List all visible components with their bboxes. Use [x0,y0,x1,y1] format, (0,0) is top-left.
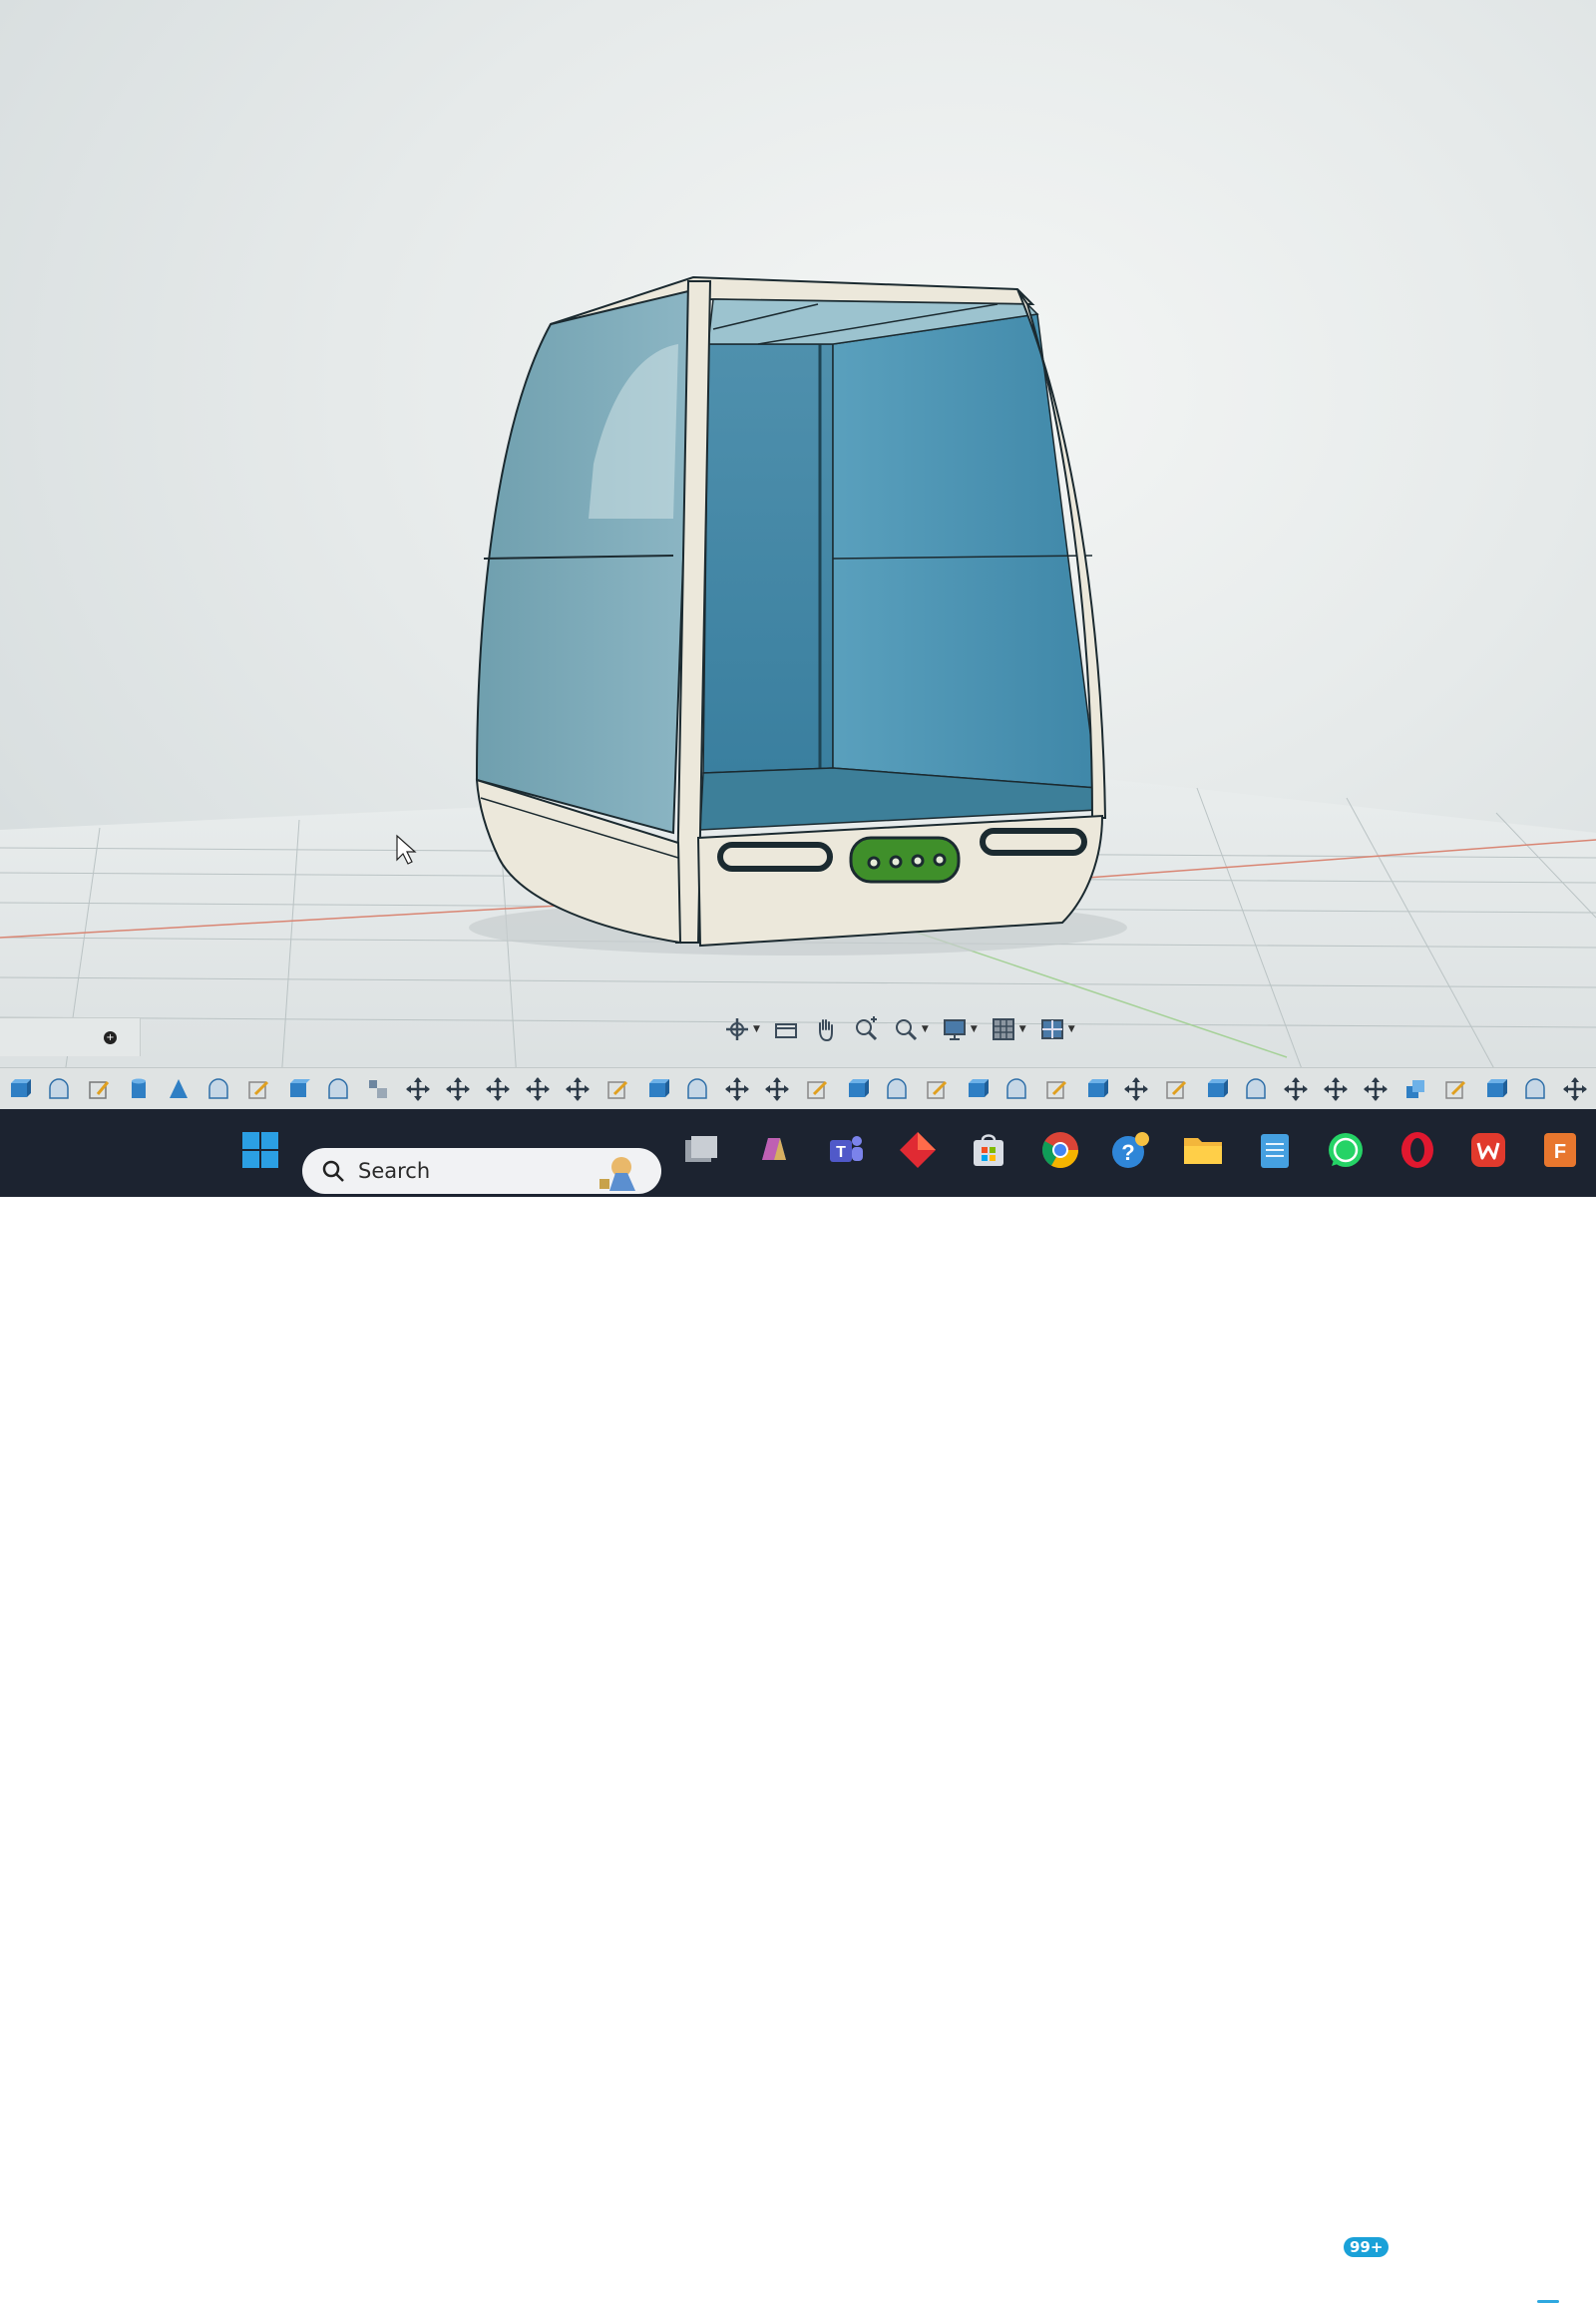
search-label: Search [358,1159,431,1183]
interior-left-wall [702,343,834,774]
wps-office-icon[interactable] [1465,1127,1511,1173]
windows-start-icon[interactable] [237,1127,283,1173]
move-icon[interactable] [764,1076,790,1102]
interior-back-wall [832,313,1098,789]
svg-text:?: ? [1121,1140,1134,1165]
help-icon[interactable]: ? [1108,1127,1154,1173]
right-vent-slot [980,828,1087,856]
diamond-app-icon[interactable] [895,1127,941,1173]
notepad-icon[interactable] [1252,1127,1298,1173]
box-icon[interactable] [844,1076,870,1102]
sketch-edit-icon[interactable] [604,1076,630,1102]
combine-icon[interactable] [1402,1076,1428,1102]
svg-text:T: T [836,1144,846,1161]
sketch-edit-icon[interactable] [924,1076,950,1102]
sketch-edit-icon[interactable] [245,1076,271,1102]
cylinder-icon[interactable] [126,1076,152,1102]
3d-viewport[interactable]: + ▼ ▼ ▼ ▼ ▼ [0,0,1596,1109]
orbit-icon[interactable]: ▼ [720,1013,763,1045]
grid-icon[interactable]: ▼ [987,1013,1029,1045]
move-icon[interactable] [1363,1076,1389,1102]
box-icon[interactable] [644,1076,670,1102]
sketch-edit-icon[interactable] [804,1076,830,1102]
move-icon[interactable] [525,1076,551,1102]
box-icon[interactable] [1083,1076,1109,1102]
search-highlight-icon [599,1157,635,1191]
display-style-icon[interactable]: ▼ [938,1013,981,1045]
extrude-icon[interactable] [285,1076,311,1102]
sphere-icon[interactable] [46,1076,72,1102]
revolve-icon[interactable] [884,1076,910,1102]
task-view-icon[interactable] [678,1127,724,1173]
revolve-icon[interactable] [1243,1076,1269,1102]
zoom-in-icon[interactable] [849,1013,883,1045]
box-icon[interactable] [964,1076,990,1102]
pattern-icon[interactable] [365,1076,391,1102]
copilot-icon[interactable] [751,1127,797,1173]
pan-hand-icon[interactable] [809,1013,843,1045]
teams-icon[interactable]: T [823,1127,869,1173]
move-icon[interactable] [565,1076,591,1102]
box-icon[interactable] [6,1076,32,1102]
cone-icon[interactable] [166,1076,192,1102]
move-icon[interactable] [1123,1076,1149,1102]
revolve-icon[interactable] [325,1076,351,1102]
layout-icon[interactable]: ▼ [1035,1013,1078,1045]
taskbar: T ? 99+ F [0,1109,1596,2303]
move-icon[interactable] [1323,1076,1349,1102]
revolve-icon[interactable] [1522,1076,1548,1102]
file-explorer-icon[interactable] [1180,1127,1226,1173]
move-icon[interactable] [445,1076,471,1102]
zoom-window-icon[interactable]: ▼ [889,1013,932,1045]
view-toolbar: ▼ ▼ ▼ ▼ ▼ [720,1009,1078,1049]
box-icon[interactable] [1482,1076,1508,1102]
command-toolbar [0,1067,1596,1109]
sketch-icon[interactable] [86,1076,112,1102]
plus-circle-icon[interactable]: + [104,1031,117,1044]
taskbar-search[interactable]: Search [302,1148,661,1194]
left-vent-slot [717,842,833,872]
revolve-icon[interactable] [1003,1076,1029,1102]
opera-icon[interactable] [1395,1127,1440,1173]
notification-badge: 99+ [1344,2237,1390,2257]
fusion-app-letter: F [1554,1141,1566,1163]
enclosure-3d-model[interactable] [0,0,1596,1109]
box-icon[interactable] [1203,1076,1229,1102]
whatsapp-icon[interactable] [1323,1127,1369,1173]
revolve-icon[interactable] [684,1076,710,1102]
mini-panel[interactable]: + [0,1017,141,1056]
fusion-app-icon[interactable]: F [1537,1127,1583,1173]
move-icon[interactable] [485,1076,511,1102]
move-icon[interactable] [1562,1076,1588,1102]
search-icon [322,1160,344,1182]
sketch-edit-icon[interactable] [1163,1076,1189,1102]
torus-icon[interactable] [205,1076,231,1102]
move-icon[interactable] [405,1076,431,1102]
sketch-edit-icon[interactable] [1442,1076,1468,1102]
sketch-edit-icon[interactable] [1043,1076,1069,1102]
view-box-icon[interactable] [769,1013,803,1045]
move-icon[interactable] [1283,1076,1309,1102]
store-icon[interactable] [966,1127,1011,1173]
enclosure[interactable] [475,275,1107,948]
move-icon[interactable] [724,1076,750,1102]
chrome-icon[interactable] [1037,1127,1083,1173]
